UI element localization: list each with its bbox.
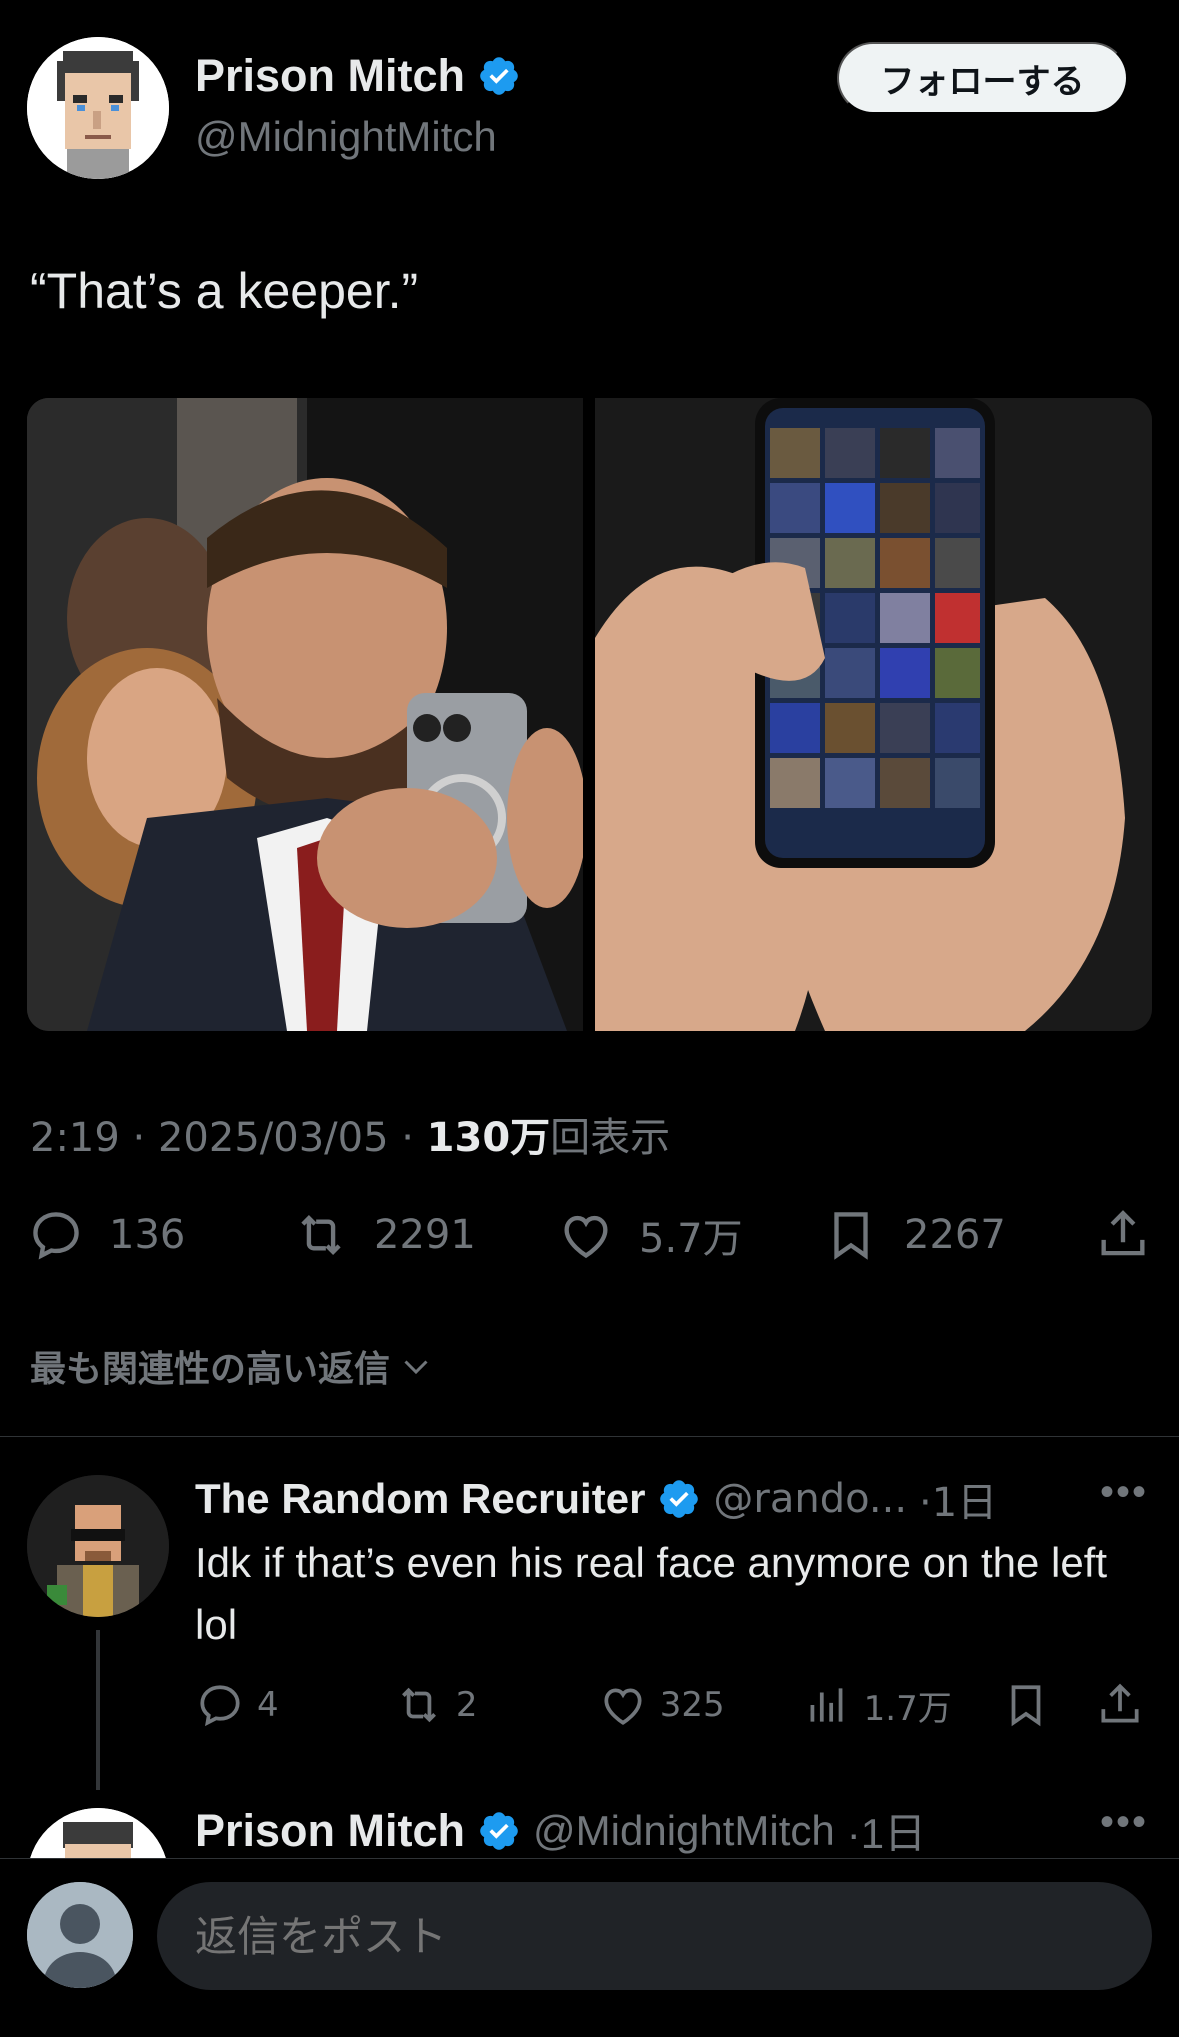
- reply-action-bar: 4 2 325 1.7万: [195, 1675, 1145, 1735]
- thread-line: [96, 1630, 100, 1790]
- view-count: 130万: [426, 1115, 551, 1161]
- reply-retweet-action[interactable]: 2: [394, 1680, 598, 1730]
- verified-badge-icon: [480, 57, 518, 95]
- reply-views-action[interactable]: 1.7万: [802, 1680, 1001, 1730]
- tweet-meta: 2:19 · 2025/03/05 · 130万回表示: [30, 1105, 670, 1163]
- reply-sort-label: 最も関連性の高い返信: [30, 1349, 391, 1390]
- bookmark-icon: [834, 1212, 868, 1260]
- reply-sort-dropdown[interactable]: 最も関連性の高い返信: [30, 1340, 434, 1392]
- tweet-timestamp[interactable]: 2:19 · 2025/03/05 ·: [30, 1115, 427, 1161]
- heart-icon: [564, 1215, 608, 1259]
- reply-bookmark-action[interactable]: [1001, 1680, 1095, 1730]
- photo-left-illustration: [27, 398, 583, 1031]
- retweet-count: 2291: [374, 1212, 476, 1258]
- reply-header: The Random Recruiter @rando... ·1日: [195, 1470, 997, 1528]
- share-icon: [1101, 1210, 1145, 1256]
- share-icon: [1101, 1683, 1139, 1723]
- retweet-action[interactable]: 2291: [292, 1206, 557, 1264]
- reply-share-action[interactable]: [1095, 1680, 1145, 1730]
- author-name[interactable]: Prison Mitch: [195, 50, 521, 102]
- reply-text: Idk if that’s even his real face anymore…: [195, 1539, 1108, 1648]
- tweet-media[interactable]: [27, 398, 1152, 1031]
- like-count: 5.7万: [639, 1216, 743, 1262]
- reply-icon: [200, 1685, 240, 1727]
- reply-icon: [33, 1212, 79, 1260]
- more-options-icon[interactable]: •••: [1100, 1800, 1148, 1845]
- reply2-header: Prison Mitch @MidnightMitch ·1日: [195, 1800, 926, 1861]
- more-options-icon[interactable]: •••: [1100, 1470, 1148, 1515]
- reply-like-count: 325: [659, 1685, 725, 1725]
- reply-reply-action[interactable]: 4: [195, 1680, 394, 1730]
- reply2-author-handle[interactable]: @MidnightMitch: [533, 1807, 835, 1855]
- views-label: 回表示: [550, 1115, 671, 1161]
- bookmark-count: 2267: [904, 1212, 1006, 1258]
- reply-retweet-count: 2: [455, 1685, 478, 1725]
- reply2-author-name[interactable]: Prison Mitch: [195, 1805, 465, 1857]
- verified-badge-icon: [480, 1811, 518, 1850]
- reply-view-count: 1.7万: [863, 1688, 952, 1729]
- reply-action[interactable]: 136: [27, 1206, 292, 1264]
- author-handle[interactable]: @MidnightMitch: [195, 113, 497, 161]
- reply-avatar[interactable]: [27, 1475, 169, 1617]
- media-photo-right[interactable]: [595, 398, 1152, 1031]
- reply-author-handle[interactable]: @rando...: [713, 1476, 907, 1522]
- chevron-down-icon: [404, 1360, 428, 1375]
- retweet-icon: [301, 1215, 341, 1255]
- reply2-time: ·1日: [846, 1810, 927, 1857]
- verified-badge-icon: [660, 1480, 699, 1518]
- author-avatar[interactable]: [27, 37, 169, 179]
- tweet-action-bar: 136 2291 5.7万 2267: [27, 1200, 1152, 1270]
- reply-count: 136: [109, 1212, 186, 1258]
- reply-time: ·1日: [919, 1480, 998, 1526]
- tweet-text: “That’s a keeper.”: [30, 263, 419, 319]
- heart-icon: [604, 1688, 642, 1725]
- share-action[interactable]: [1094, 1206, 1152, 1264]
- analytics-icon: [810, 1688, 843, 1722]
- author-name-text[interactable]: Prison Mitch: [195, 50, 465, 102]
- bookmark-icon: [1011, 1685, 1040, 1727]
- media-photo-left[interactable]: [27, 398, 583, 1031]
- photo-right-illustration: [595, 398, 1152, 1031]
- retweet-icon: [401, 1687, 436, 1723]
- reply-like-action[interactable]: 325: [598, 1680, 802, 1730]
- reply-author-name[interactable]: The Random Recruiter: [195, 1475, 645, 1523]
- current-user-avatar[interactable]: [27, 1882, 133, 1988]
- follow-button[interactable]: フォローする: [837, 42, 1128, 114]
- reply-input[interactable]: [157, 1882, 1152, 1990]
- like-action[interactable]: 5.7万: [557, 1206, 822, 1264]
- divider: [0, 1436, 1179, 1437]
- reply-reply-count: 4: [257, 1685, 279, 1725]
- bookmark-action[interactable]: 2267: [822, 1206, 1087, 1264]
